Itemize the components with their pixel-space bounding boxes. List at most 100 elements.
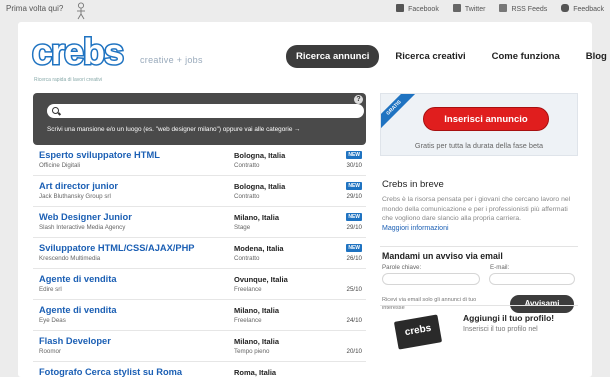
new-badge: NEW xyxy=(346,151,362,159)
job-row[interactable]: Flash Developer Roomor Milano, Italia Tempo… xyxy=(33,331,366,362)
job-company: Eye Deas xyxy=(39,317,66,324)
post-job-promo: GRATIS Inserisci annuncio Gratis per tut… xyxy=(380,93,578,156)
more-info-link[interactable]: Maggiori informazioni xyxy=(382,225,578,232)
nav-come-funziona[interactable]: Come funziona xyxy=(482,45,570,68)
job-title[interactable]: Fotografo Cerca stylist su Roma xyxy=(39,367,182,377)
facebook-link[interactable]: Facebook xyxy=(396,4,439,13)
feedback-label: Feedback xyxy=(573,6,604,13)
help-icon[interactable]: ? xyxy=(354,95,363,104)
about-text: Crebs è la risorsa pensata per i giovani… xyxy=(382,196,571,222)
job-title[interactable]: Esperto sviluppatore HTML xyxy=(39,150,160,160)
job-title[interactable]: Sviluppatore HTML/CSS/AJAX/PHP xyxy=(39,243,195,253)
job-title[interactable]: Agente di vendita xyxy=(39,274,117,284)
job-date: 25/10 xyxy=(346,286,362,293)
facebook-icon xyxy=(396,4,405,12)
job-title[interactable]: Art director junior xyxy=(39,181,118,191)
job-date: 29/10 xyxy=(346,193,362,200)
job-company: Edire srl xyxy=(39,286,62,293)
logo-subtitle: Ricerca rapida di lavori creativi xyxy=(34,77,103,83)
nav-blog[interactable]: Blog xyxy=(576,45,610,68)
search-icon xyxy=(52,107,59,114)
job-company: Jack Bluthansky Group srl xyxy=(39,193,111,200)
job-type: Tempo pieno xyxy=(234,348,270,355)
search-panel: ? Scrivi una mansione e/o un luogo (es. … xyxy=(33,93,366,145)
first-time-link[interactable]: Prima volta qui? xyxy=(6,4,63,13)
job-company: Slash Interactive Media Agency xyxy=(39,224,126,231)
about-title: Crebs in breve xyxy=(382,179,444,190)
job-company: Officine Digitali xyxy=(39,162,81,169)
alert-submit-button[interactable]: Avvisami xyxy=(510,294,574,313)
job-date: 24/10 xyxy=(346,317,362,324)
new-badge: NEW xyxy=(346,244,362,252)
job-location: Milano, Italia xyxy=(234,213,280,222)
twitter-icon xyxy=(452,4,461,12)
job-type: Freelance xyxy=(234,317,262,324)
search-hint[interactable]: Scrivi una mansione e/o un luogo (es. "w… xyxy=(47,126,301,133)
feedback-icon xyxy=(561,4,570,12)
rss-link[interactable]: RSS Feeds xyxy=(499,4,547,13)
gratis-ribbon: GRATIS xyxy=(381,94,419,133)
twitter-link[interactable]: Twitter xyxy=(452,4,486,13)
feedback-link[interactable]: Feedback xyxy=(561,4,604,13)
job-title[interactable]: Agente di vendita xyxy=(39,305,117,315)
job-title[interactable]: Web Designer Junior xyxy=(39,212,132,222)
logo[interactable]: crebs creative + jobs Ricerca rapida di … xyxy=(30,31,202,83)
new-badge: NEW xyxy=(346,213,362,221)
new-badge: NEW xyxy=(346,182,362,190)
mascot-icon xyxy=(77,2,85,20)
rss-label: RSS Feeds xyxy=(511,6,548,13)
promo-text: Gratis per tutta la durata della fase be… xyxy=(414,141,544,150)
sidebar: GRATIS Inserisci annuncio Gratis per tut… xyxy=(380,93,578,326)
nav-ricerca-annunci[interactable]: Ricerca annunci xyxy=(286,45,380,68)
job-type: Contratto xyxy=(234,193,260,200)
nav-ricerca-creativi[interactable]: Ricerca creativi xyxy=(385,45,475,68)
job-date: 29/10 xyxy=(346,224,362,231)
job-location: Bologna, Italia xyxy=(234,182,286,191)
twitter-label: Twitter xyxy=(464,6,486,13)
job-location: Bologna, Italia xyxy=(234,151,286,160)
job-row[interactable]: Fotografo Cerca stylist su Roma Roma, Ita… xyxy=(33,362,366,377)
keywords-label: Parole chiave: xyxy=(382,263,422,271)
insert-job-button[interactable]: Inserisci annuncio xyxy=(423,107,549,131)
job-type: Stage xyxy=(234,224,251,231)
job-location: Modena, Italia xyxy=(234,244,284,253)
email-alert-form: Mandami un avviso via email Parole chiav… xyxy=(380,245,578,326)
about-section: Crebs in breve Crebs è la risorsa pensat… xyxy=(380,179,578,232)
rss-icon xyxy=(499,4,508,12)
job-row[interactable]: Agente di vendita Edire srl Ovunque, Itali… xyxy=(33,269,366,300)
keywords-input[interactable] xyxy=(382,272,480,285)
job-date: 20/10 xyxy=(346,348,362,355)
job-company: Krescendo Multimedia xyxy=(39,255,101,262)
job-location: Roma, Italia xyxy=(234,368,277,377)
job-list: Esperto sviluppatore HTML Officine Digita… xyxy=(33,145,366,377)
job-date: 30/10 xyxy=(346,162,362,169)
job-title[interactable]: Flash Developer xyxy=(39,336,111,346)
logo-tagline: creative + jobs xyxy=(140,55,203,65)
job-location: Milano, Italia xyxy=(234,306,280,315)
profile-text: Inserisci il tuo profilo nel xyxy=(463,326,538,333)
alert-note: Ricevi via email solo gli annunci di tuo… xyxy=(382,296,477,311)
job-row[interactable]: Esperto sviluppatore HTML Officine Digita… xyxy=(33,145,366,176)
job-date: 26/10 xyxy=(346,255,362,262)
search-input[interactable] xyxy=(47,104,364,118)
email-label: E-mail: xyxy=(490,263,510,271)
job-row[interactable]: Agente di vendita Eye Deas Milano, Italia F… xyxy=(33,300,366,331)
top-bar: Prima volta qui? Facebook Twitter RSS Fe… xyxy=(0,0,610,22)
job-type: Contratto xyxy=(234,255,260,262)
job-type: Contratto xyxy=(234,162,260,169)
job-company: Roomor xyxy=(39,348,62,355)
facebook-label: Facebook xyxy=(408,6,439,13)
job-row[interactable]: Web Designer Junior Slash Interactive Med… xyxy=(33,207,366,238)
job-row[interactable]: Art director junior Jack Bluthansky Group… xyxy=(33,176,366,207)
social-links: Facebook Twitter RSS Feeds Feedback xyxy=(396,4,604,13)
main-container: crebs creative + jobs Ricerca rapida di … xyxy=(18,22,607,377)
job-row[interactable]: Sviluppatore HTML/CSS/AJAX/PHP Krescendo … xyxy=(33,238,366,269)
job-type: Freelance xyxy=(234,286,262,293)
alert-title: Mandami un avviso via email xyxy=(382,250,503,261)
logo-word: crebs xyxy=(30,31,125,72)
main-nav: Ricerca annunci Ricerca creativi Come fu… xyxy=(286,45,610,68)
job-location: Milano, Italia xyxy=(234,337,280,346)
email-input[interactable] xyxy=(489,272,575,285)
jobs-column: ? Scrivi una mansione e/o un luogo (es. … xyxy=(33,93,366,377)
job-location: Ovunque, Italia xyxy=(234,275,288,284)
